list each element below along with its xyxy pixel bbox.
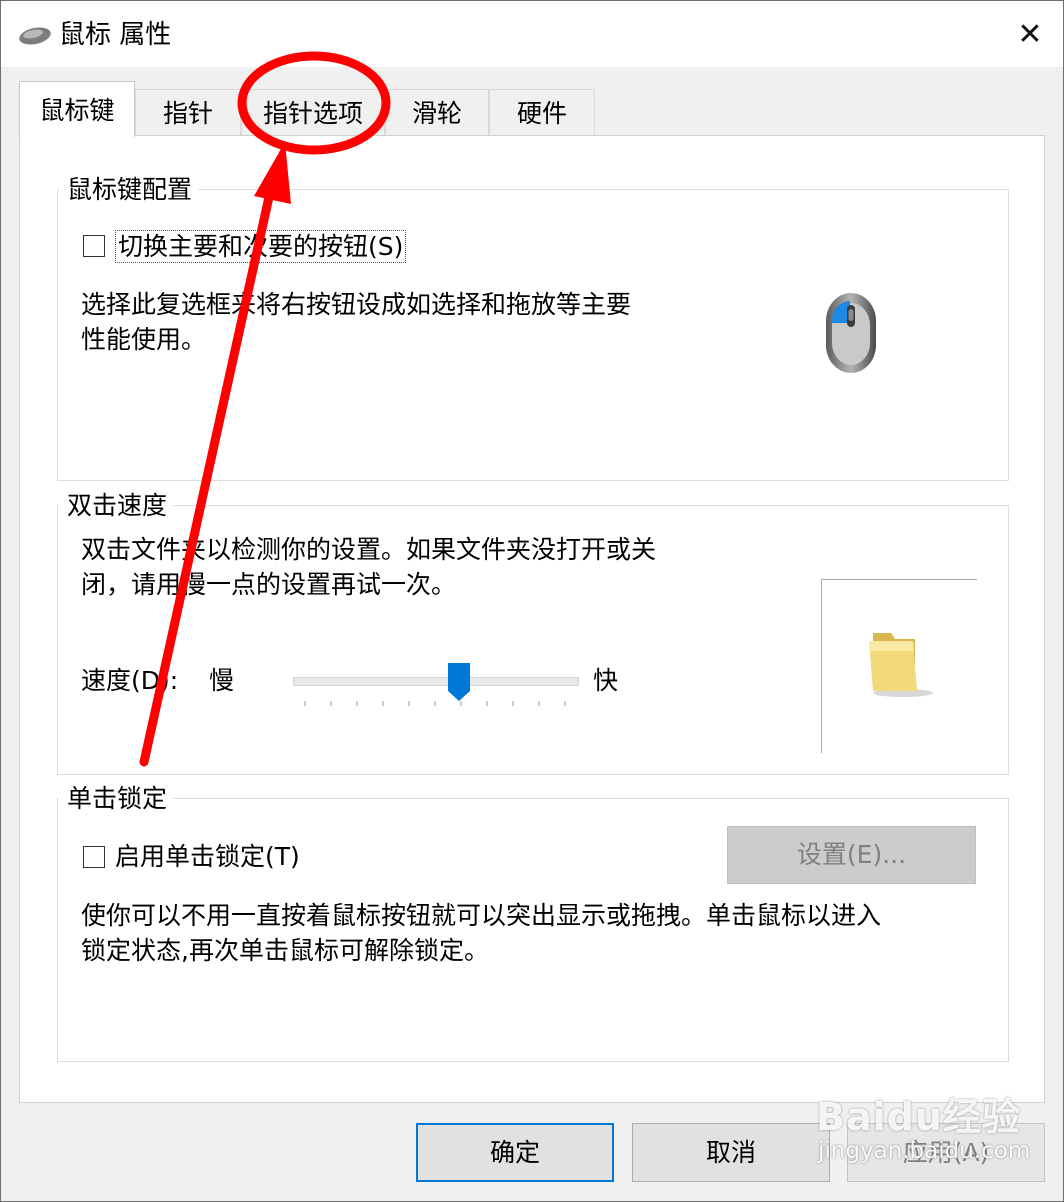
apply-button[interactable]: 应用(A): [847, 1123, 1045, 1182]
tab-buttons[interactable]: 鼠标键: [19, 81, 135, 137]
click-lock-title: 单击锁定: [59, 783, 174, 815]
tab-wheel[interactable]: 滑轮: [385, 89, 489, 136]
speed-slow-label: 慢: [209, 666, 235, 695]
click-lock-description-line1: 使你可以不用一直按着鼠标按钮就可以突出显示或拖拽。单击鼠标以进入: [81, 901, 882, 930]
speed-slider-thumb[interactable]: [448, 663, 470, 701]
cancel-button[interactable]: 取消: [632, 1123, 830, 1182]
ok-button[interactable]: 确定: [416, 1123, 614, 1182]
tab-hardware[interactable]: 硬件: [489, 89, 595, 136]
click-lock-description-line2: 锁定状态,再次单击鼠标可解除锁定。: [81, 936, 489, 965]
speed-fast-label: 快: [593, 666, 619, 695]
tab-pointer-options[interactable]: 指针选项: [241, 89, 385, 136]
window-title: 鼠标 属性: [59, 20, 172, 50]
speed-slider-ticks: [304, 701, 566, 706]
switch-buttons-checkbox[interactable]: [83, 235, 105, 257]
tab-pointers[interactable]: 指针: [135, 89, 241, 136]
double-click-description-line2: 闭，请用慢一点的设置再试一次。: [81, 570, 457, 599]
mouse-illustration-icon: [826, 293, 876, 373]
mouse-icon: [19, 27, 51, 45]
speed-label: 速度(D):: [81, 666, 179, 695]
folder-icon[interactable]: [863, 627, 935, 699]
button-config-description-line1: 选择此复选框来将右按钮设成如选择和拖放等主要: [81, 290, 632, 319]
title-bar: 鼠标 属性 ✕: [1, 1, 1063, 67]
click-lock-label[interactable]: 启用单击锁定(T): [115, 840, 300, 874]
click-lock-settings-button[interactable]: 设置(E)...: [727, 826, 976, 884]
button-config-description-line2: 性能使用。: [81, 325, 207, 354]
double-click-description-line1: 双击文件夹以检测你的设置。如果文件夹没打开或关: [81, 535, 657, 564]
double-click-title: 双击速度: [59, 490, 174, 522]
button-config-title: 鼠标键配置: [59, 174, 199, 206]
switch-buttons-label[interactable]: 切换主要和次要的按钮(S): [115, 230, 407, 263]
close-icon[interactable]: ✕: [997, 1, 1063, 67]
click-lock-checkbox[interactable]: [83, 846, 105, 868]
mouse-properties-dialog: 鼠标 属性 ✕ 鼠标键 指针 指针选项 滑轮 硬件 鼠标键配置 切换主要和次要的…: [0, 0, 1064, 1202]
speed-slider-track[interactable]: [293, 677, 579, 686]
